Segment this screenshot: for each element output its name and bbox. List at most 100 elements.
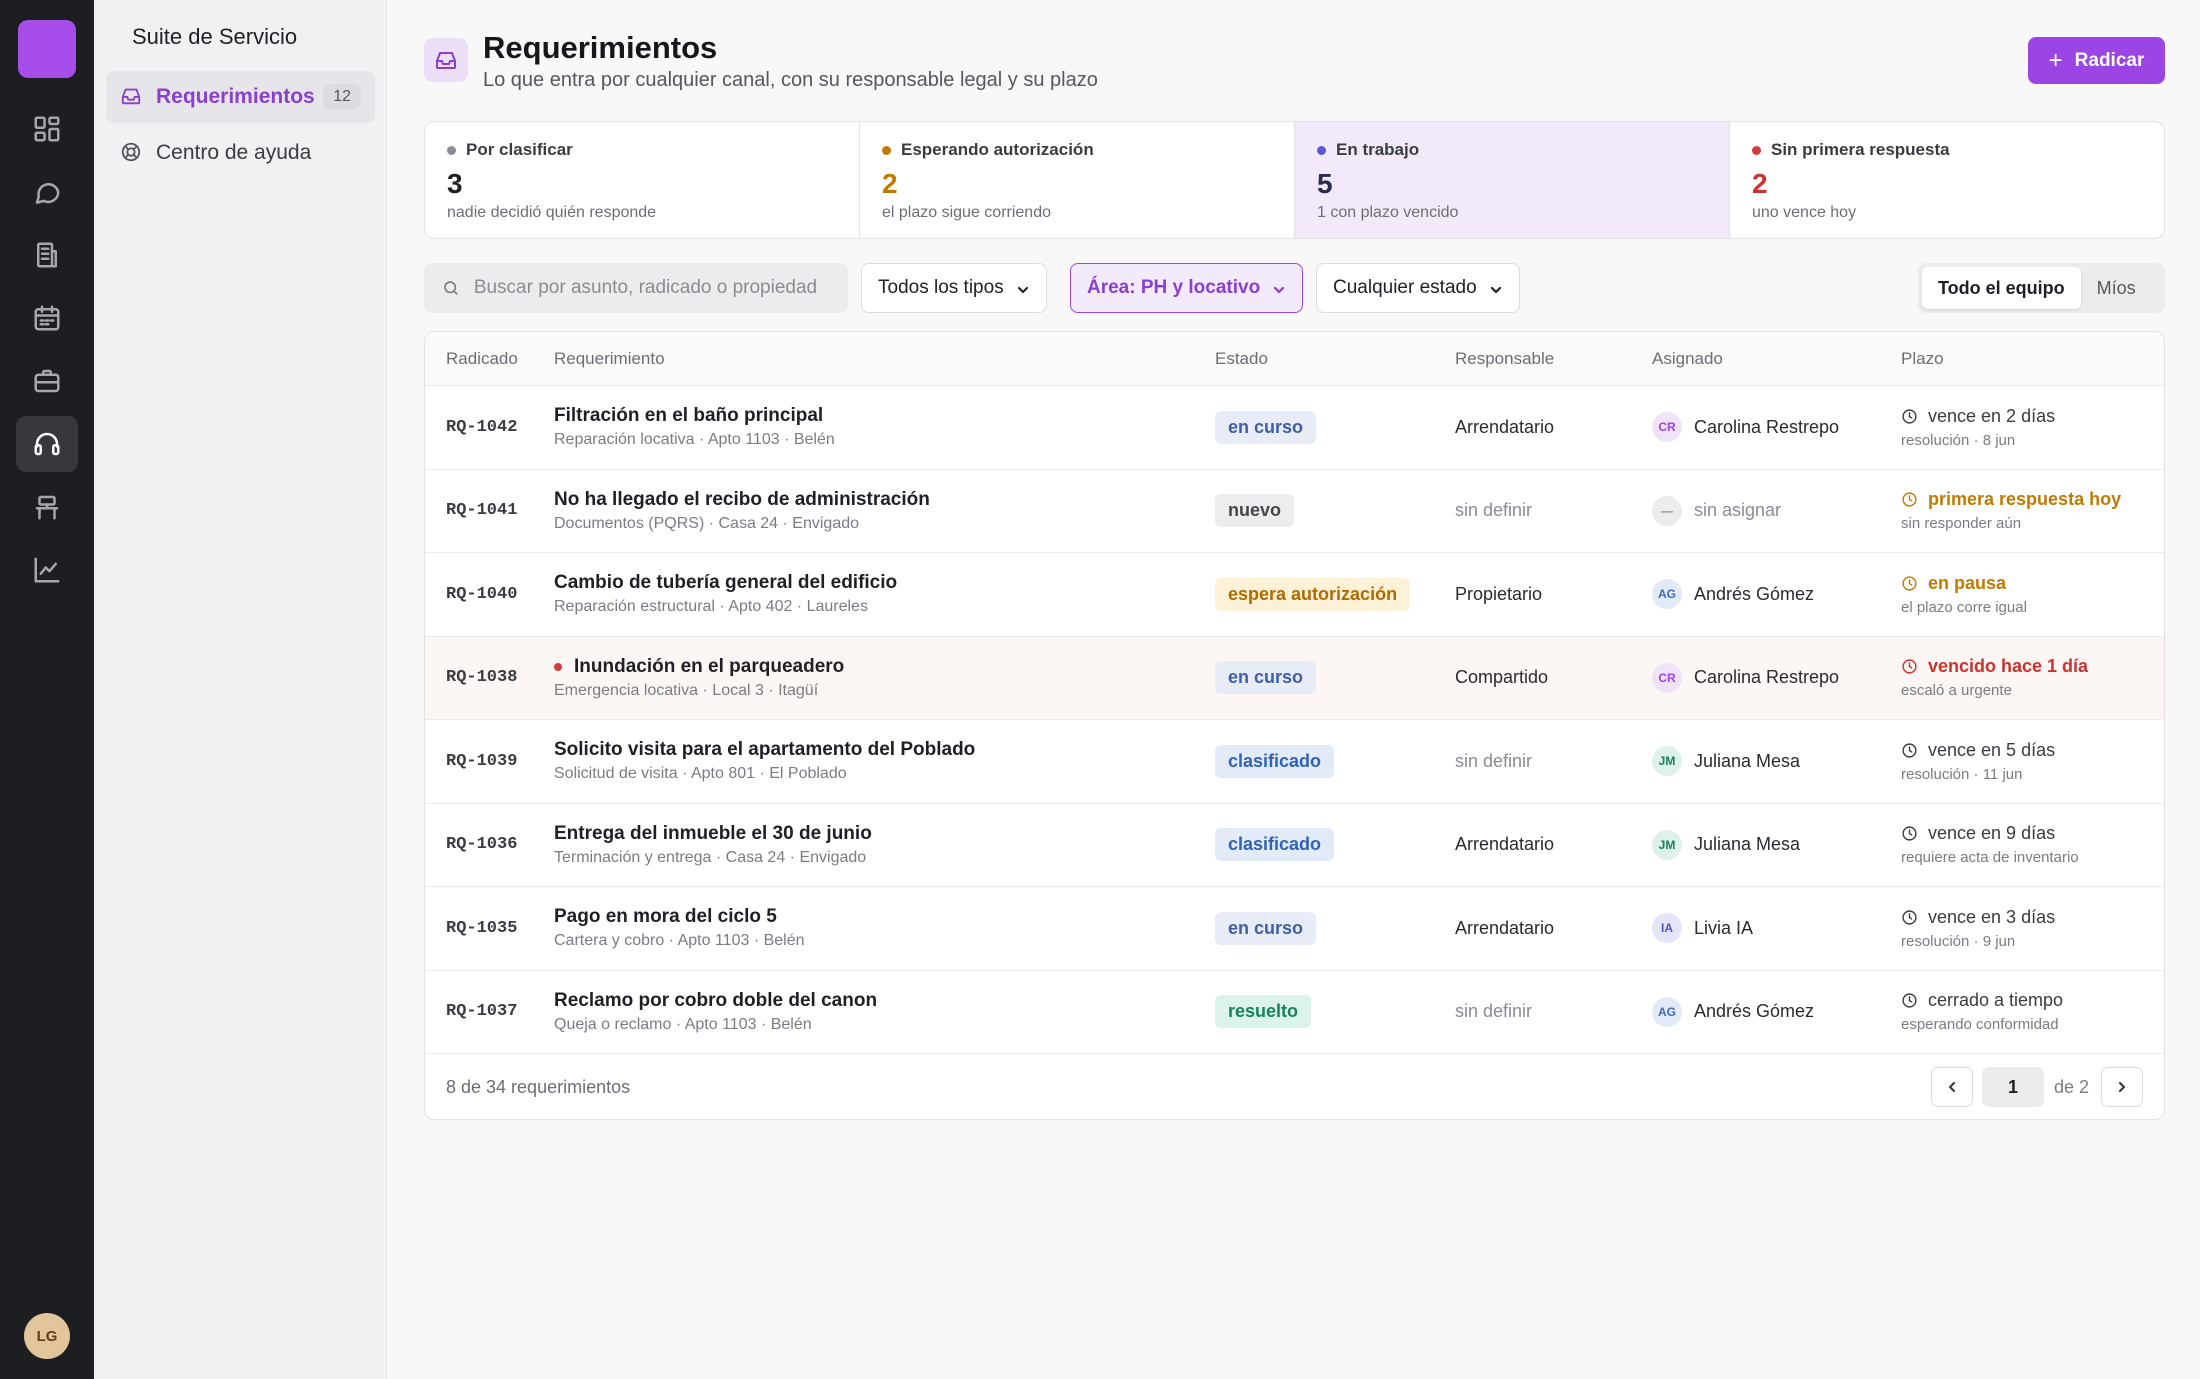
urgent-dot — [554, 662, 562, 671]
chart-icon[interactable] — [16, 542, 78, 598]
clock-icon — [1902, 826, 1917, 841]
stat-note: el plazo sigue corriendo — [882, 204, 1051, 221]
row-title: Solicito visita para el apartamento del … — [554, 739, 976, 761]
radicar-label: Radicar — [2074, 49, 2145, 71]
prev-page-button[interactable] — [1930, 1067, 1973, 1107]
chevron-left-icon — [1948, 1081, 1956, 1093]
chevron-down-icon — [1016, 281, 1030, 295]
status-badge: nuevo — [1215, 494, 1295, 528]
brand-logo[interactable] — [18, 20, 76, 78]
row-meta: Emergencia locativa · Local 3 · Itagüí — [554, 681, 819, 699]
status-badge: en curso — [1215, 911, 1317, 945]
radicar-button[interactable]: + Radicar — [2028, 37, 2165, 84]
inbox-icon — [424, 38, 468, 82]
stat-card-esperando-autorizacion[interactable]: Esperando autorización 2 el plazo sigue … — [860, 122, 1295, 238]
desk-icon[interactable] — [16, 479, 78, 535]
row-deadline: vence en 2 días — [1928, 405, 2056, 426]
sidebar-item-requerimientos[interactable]: Requerimientos 12 — [106, 71, 375, 123]
row-assignee: Juliana Mesa — [1694, 750, 1801, 771]
row-deadline-note: requiere acta de inventario — [1901, 849, 2079, 867]
table-row[interactable]: RQ-1042 Filtración en el baño principal … — [425, 386, 2164, 470]
status-dot — [1752, 145, 1761, 155]
headset-icon[interactable] — [16, 416, 78, 472]
avatar: IA — [1652, 913, 1682, 944]
column-header[interactable]: Asignado — [1652, 349, 1901, 369]
row-assignee: Livia IA — [1694, 917, 1754, 938]
table-row[interactable]: RQ-1039 Solicito visita para el apartame… — [425, 720, 2164, 804]
table-footer: 8 de 34 requerimientos 1 de 2 — [425, 1054, 2164, 1119]
column-header[interactable]: Plazo — [1901, 349, 2164, 369]
sidebar-title: Suite de Servicio — [132, 24, 298, 49]
state-filter-dropdown[interactable]: Cualquier estado — [1316, 263, 1520, 313]
column-header[interactable]: Estado — [1215, 349, 1455, 369]
chat-icon[interactable] — [16, 164, 78, 220]
table-row[interactable]: RQ-1036 Entrega del inmueble el 30 de ju… — [425, 804, 2164, 887]
pagination: 1 de 2 — [1930, 1067, 2143, 1107]
area-filter-dropdown[interactable]: Área: PH y locativo — [1070, 263, 1304, 313]
row-deadline: cerrado a tiempo — [1928, 990, 2064, 1011]
column-header[interactable]: Requerimiento — [554, 349, 1215, 369]
row-deadline: en pausa — [1928, 572, 2007, 593]
search-input[interactable] — [473, 277, 830, 299]
column-header[interactable]: Responsable — [1455, 349, 1652, 369]
row-responsible: Propietario — [1455, 583, 1543, 604]
stat-label: Esperando autorización — [901, 140, 1094, 159]
clock-icon — [1902, 993, 1917, 1008]
row-assignee: Andrés Gómez — [1694, 1001, 1815, 1022]
table-row[interactable]: RQ-1041 No ha llegado el recibo de admin… — [425, 470, 2164, 553]
row-title: Reclamo por cobro doble del canon — [554, 989, 878, 1011]
type-filter-label: Todos los tipos — [878, 277, 1004, 298]
row-meta: Solicitud de visita · Apto 801 · El Pobl… — [554, 765, 847, 783]
row-title: Filtración en el baño principal — [554, 405, 824, 427]
inbox-icon — [120, 85, 144, 109]
row-responsible: Arrendatario — [1455, 917, 1555, 938]
next-page-button[interactable] — [2101, 1067, 2143, 1107]
current-page[interactable]: 1 — [1981, 1067, 2044, 1107]
scope-option-todo-el-equipo[interactable]: Todo el equipo — [1922, 267, 2081, 309]
row-id: RQ-1037 — [446, 1002, 518, 1022]
scope-option-mios[interactable]: Míos — [2081, 267, 2152, 309]
user-avatar[interactable]: LG — [24, 1313, 70, 1359]
row-deadline: vence en 3 días — [1928, 906, 2056, 927]
state-filter-label: Cualquier estado — [1333, 277, 1477, 298]
page-total: de 2 — [2053, 1076, 2089, 1097]
table-row[interactable]: RQ-1038 Inundación en el parqueadero Eme… — [425, 636, 2164, 720]
row-meta: Documentos (PQRS) · Casa 24 · Envigado — [554, 514, 860, 532]
stat-card-en-trabajo[interactable]: En trabajo 5 1 con plazo vencido — [1295, 122, 1730, 238]
table-row[interactable]: RQ-1035 Pago en mora del ciclo 5 Cartera… — [425, 887, 2164, 971]
table-header: Radicado Requerimiento Estado Responsabl… — [425, 332, 2164, 386]
search-box[interactable] — [424, 263, 848, 313]
status-badge: clasificado — [1215, 744, 1335, 778]
lifebuoy-icon — [120, 141, 144, 165]
status-dot — [1317, 145, 1326, 155]
clock-icon — [1902, 910, 1917, 925]
clock-icon — [1902, 659, 1917, 674]
row-responsible: sin definir — [1455, 1001, 1533, 1022]
stat-card-sin-primera-respuesta[interactable]: Sin primera respuesta 2 uno vence hoy — [1730, 122, 2164, 238]
stat-card-por-clasificar[interactable]: Por clasificar 3 nadie decidió quién res… — [425, 122, 860, 238]
clock-icon — [1902, 409, 1917, 424]
column-header[interactable]: Radicado — [425, 349, 554, 369]
row-deadline: primera respuesta hoy — [1928, 489, 2122, 510]
stat-label: En trabajo — [1336, 140, 1420, 159]
row-responsible: sin definir — [1455, 750, 1533, 771]
row-title: Entrega del inmueble el 30 de junio — [554, 822, 872, 844]
table-row[interactable]: RQ-1040 Cambio de tubería general del ed… — [425, 553, 2164, 637]
table-row[interactable]: RQ-1037 Reclamo por cobro doble del cano… — [425, 971, 2164, 1054]
row-responsible: Compartido — [1455, 667, 1549, 688]
avatar: AG — [1652, 996, 1682, 1027]
building-icon[interactable] — [16, 227, 78, 283]
row-deadline: vence en 5 días — [1928, 739, 2056, 760]
dashboard-icon[interactable] — [16, 101, 78, 157]
type-filter-dropdown[interactable]: Todos los tipos — [861, 263, 1047, 313]
calendar-icon[interactable] — [16, 290, 78, 346]
sidebar-item-label: Requerimientos — [156, 85, 315, 108]
row-deadline-note: resolución · 11 jun — [1901, 765, 2023, 783]
briefcase-icon[interactable] — [16, 353, 78, 409]
search-icon — [444, 281, 458, 295]
sidebar-item-centro-de-ayuda[interactable]: Centro de ayuda — [106, 127, 375, 179]
row-responsible: Arrendatario — [1455, 834, 1555, 855]
row-deadline: vence en 9 días — [1928, 823, 2056, 844]
stat-note: 1 con plazo vencido — [1317, 204, 1459, 221]
count-badge: 12 — [323, 84, 361, 110]
